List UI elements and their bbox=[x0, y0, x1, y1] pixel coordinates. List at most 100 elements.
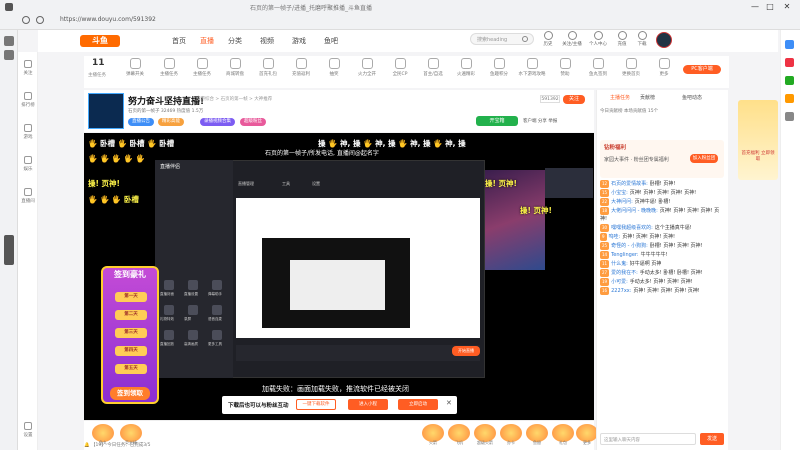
rail-add-icon[interactable] bbox=[785, 112, 794, 121]
app-tool-icon[interactable] bbox=[212, 305, 222, 315]
chat-username[interactable]: Tenglinger: bbox=[611, 252, 638, 258]
minimize-button[interactable]: — bbox=[750, 3, 760, 11]
nav-live[interactable]: 直播 bbox=[200, 36, 214, 46]
tab-icon[interactable] bbox=[4, 50, 14, 60]
app-tab[interactable]: 直播管理 bbox=[238, 181, 254, 187]
launch-button[interactable]: 立即启动 bbox=[398, 399, 438, 410]
download-button[interactable]: 下载 bbox=[632, 31, 652, 47]
close-window-button[interactable]: ✕ bbox=[782, 3, 792, 11]
app-tab[interactable]: 工具 bbox=[282, 181, 290, 187]
left-nav-fun[interactable]: 娱乐 bbox=[19, 156, 37, 172]
app-tool-icon[interactable] bbox=[188, 305, 198, 315]
left-nav-settings[interactable]: 设置 bbox=[19, 422, 37, 438]
toolbar-item[interactable]: 首充礼包 bbox=[253, 58, 283, 77]
app-tool-icon[interactable] bbox=[212, 280, 222, 290]
reload-icon[interactable] bbox=[36, 16, 44, 24]
browser-menu-icon[interactable] bbox=[5, 3, 13, 11]
maximize-button[interactable]: □ bbox=[765, 3, 775, 11]
left-nav-game[interactable]: 游戏 bbox=[19, 124, 37, 140]
nav-video[interactable]: 视频 bbox=[260, 36, 274, 46]
chat-list[interactable]: 12 石页的爱情故事: 卧槽! 页神! 15 小宝宝: 页神! 页神! 页神! 页神! … bbox=[598, 180, 726, 418]
toolbar-item[interactable]: 更多 bbox=[649, 58, 679, 77]
chat-username[interactable]: 石页的爱情故事: bbox=[611, 181, 648, 187]
app-tool-icon[interactable] bbox=[188, 280, 198, 290]
toolbar-item[interactable]: 弹幕开关 bbox=[120, 58, 150, 77]
chat-username[interactable]: 小宝宝: bbox=[611, 190, 628, 196]
nav-category[interactable]: 分类 bbox=[228, 36, 242, 46]
toolbar-item[interactable]: 首主/自选 bbox=[418, 58, 448, 77]
chat-username[interactable]: 嘿嘿我超级喜欢的: bbox=[611, 225, 653, 231]
chat-username[interactable]: 爱的我在不: bbox=[611, 270, 638, 276]
signin-claim-button[interactable]: 签到领取 bbox=[110, 387, 150, 400]
send-button[interactable]: 发送 bbox=[700, 433, 724, 445]
chat-username[interactable]: 2227xx: bbox=[611, 288, 631, 294]
douyu-logo[interactable]: 斗鱼 bbox=[80, 35, 120, 47]
toolbar-item[interactable]: 全民CP bbox=[385, 58, 415, 77]
toolbar-item[interactable]: 火遍精彩 bbox=[451, 58, 481, 77]
chat-username[interactable]: 呜哇: bbox=[609, 234, 621, 240]
rail-app-icon[interactable] bbox=[785, 58, 794, 67]
nav-fishbar[interactable]: 鱼吧 bbox=[324, 36, 338, 46]
toolbar-item[interactable]: 更换首页 bbox=[616, 58, 646, 77]
room-tag[interactable]: 录播视频合集 bbox=[200, 118, 235, 126]
follow-list-button[interactable]: 关注/主播 bbox=[562, 31, 582, 47]
back-icon[interactable] bbox=[22, 16, 30, 24]
download-app-button[interactable]: 一键下载软件 bbox=[296, 399, 336, 410]
toolbar-item[interactable]: 鱼趣积分 bbox=[484, 58, 514, 77]
follow-button[interactable]: 关注 bbox=[563, 95, 585, 104]
toolbar-item[interactable]: 商城转盘 bbox=[220, 58, 250, 77]
user-center-button[interactable]: 个人中心 bbox=[588, 31, 608, 47]
room-tag[interactable]: 超级粉丝 bbox=[240, 118, 266, 126]
go-live-button[interactable]: 开始直播 bbox=[452, 346, 480, 356]
pc-client-button[interactable]: PC客户端 bbox=[683, 65, 721, 74]
rail-app-icon[interactable] bbox=[785, 40, 794, 49]
toolbar-item[interactable]: 抽奖 bbox=[319, 58, 349, 77]
app-tab[interactable]: 设置 bbox=[312, 181, 320, 187]
side-ad-banner[interactable] bbox=[738, 100, 778, 180]
chat-username[interactable]: 大神问问: bbox=[611, 199, 633, 205]
nav-game[interactable]: 游戏 bbox=[292, 36, 306, 46]
sidebar-collapse-icon[interactable] bbox=[4, 235, 14, 265]
close-icon[interactable]: ✕ bbox=[446, 399, 452, 407]
app-tool-icon[interactable] bbox=[212, 330, 222, 340]
user-avatar[interactable] bbox=[656, 32, 672, 48]
tab-anchor-task[interactable]: 主播任务 bbox=[610, 94, 630, 101]
chat-username[interactable]: 奇怪的 - 小狗狗: bbox=[611, 243, 648, 249]
toolbar-item[interactable]: 鱼丸签到 bbox=[583, 58, 613, 77]
room-tag[interactable]: 精彩高能 bbox=[158, 118, 184, 126]
app-tool-icon[interactable] bbox=[188, 330, 198, 340]
left-nav-rank[interactable]: 排行榜 bbox=[19, 92, 37, 108]
chat-username[interactable]: 小可爱: bbox=[611, 279, 628, 285]
app-tool-icon[interactable] bbox=[164, 330, 174, 340]
recharge-button[interactable]: 充值 bbox=[612, 31, 632, 47]
sidebar-icon[interactable] bbox=[4, 36, 14, 46]
toolbar-item[interactable]: 赞助 bbox=[550, 58, 580, 77]
treasure-box-button[interactable]: 开宝箱 bbox=[476, 116, 518, 126]
address-bar[interactable]: https://www.douyu.com/591392 bbox=[50, 14, 750, 26]
chat-input[interactable]: 这里输入聊天内容 bbox=[600, 433, 696, 445]
app-tool-icon[interactable] bbox=[164, 305, 174, 315]
history-button[interactable]: 历史 bbox=[538, 31, 558, 47]
search-icon[interactable] bbox=[522, 36, 528, 42]
rail-app-icon[interactable] bbox=[785, 76, 794, 85]
toolbar-item[interactable]: 主播任务 bbox=[187, 58, 217, 77]
anchor-avatar[interactable] bbox=[88, 93, 124, 129]
toolbar-item[interactable]: 充值返利 bbox=[286, 58, 316, 77]
left-nav-room[interactable]: 直播间 bbox=[19, 188, 37, 204]
mini-program-button[interactable]: 进入小程 bbox=[348, 399, 388, 410]
rail-app-icon[interactable] bbox=[785, 94, 794, 103]
room-tag[interactable]: 直播公告 bbox=[128, 118, 154, 126]
toolbar-item[interactable]: 水下游戏攻略 bbox=[517, 58, 547, 77]
room-actions[interactable]: 客户端 分享 举报 bbox=[523, 118, 557, 124]
app-tool-icon[interactable] bbox=[164, 280, 174, 290]
tab-fishbar[interactable]: 鱼吧动态 bbox=[682, 94, 702, 101]
toolbar-item[interactable]: 主播任务 bbox=[154, 58, 184, 77]
breadcrumb[interactable]: 网游综合 > 石页的第一帧 > 大神推荐 bbox=[196, 96, 272, 102]
tab-contribution[interactable]: 贡献榜 bbox=[640, 94, 655, 101]
chat-username[interactable]: 大佬问问问 - 晚晚晚: bbox=[611, 208, 658, 214]
left-nav-follow[interactable]: 关注 bbox=[19, 60, 37, 76]
toolbar-item[interactable]: 火力全开 bbox=[352, 58, 382, 77]
browser-tab-title[interactable]: 石页的第一帧子/进播_托磨呼聚推播_斗鱼直播 bbox=[250, 3, 550, 13]
nav-home[interactable]: 首页 bbox=[172, 36, 186, 46]
chat-username[interactable]: 什么鬼: bbox=[611, 261, 628, 267]
